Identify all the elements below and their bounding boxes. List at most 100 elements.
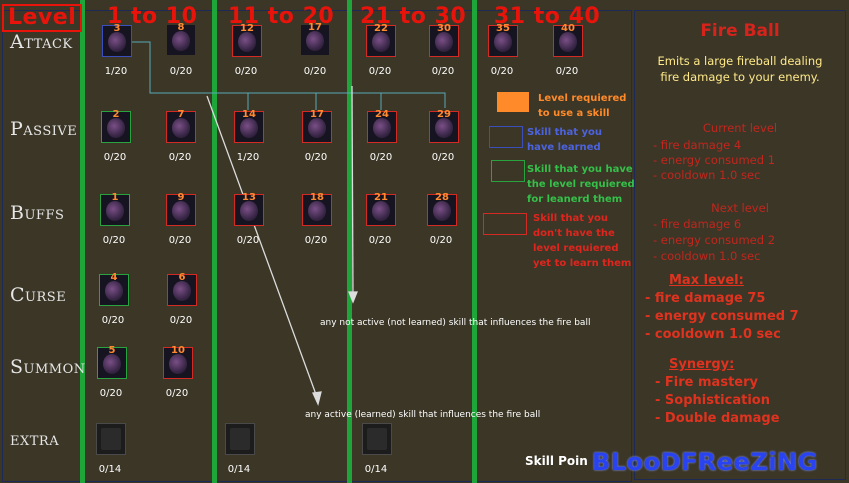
skill-slot-attack[interactable]: 30 bbox=[429, 23, 459, 57]
skill-icon bbox=[230, 428, 250, 450]
skill-points-count: 0/14 bbox=[364, 464, 388, 475]
legend-no-level: Skill that you don't have the level requ… bbox=[533, 213, 632, 269]
skill-points-count: 0/20 bbox=[168, 235, 192, 246]
current-level-line: - energy consumed 1 bbox=[653, 153, 776, 167]
skill-slot-buffs[interactable]: 1 bbox=[100, 192, 130, 226]
skill-points-count: 0/20 bbox=[368, 66, 392, 77]
skill-tree-screen: Level 1 to 10 11 to 20 21 to 30 31 to 40… bbox=[0, 0, 849, 483]
skill-icon bbox=[367, 428, 387, 450]
legend-swatch-green bbox=[491, 160, 525, 182]
skill-level-requirement: 24 bbox=[375, 109, 389, 120]
skill-slot-buffs[interactable]: 21 bbox=[366, 192, 396, 226]
skill-icon bbox=[107, 118, 125, 138]
current-level-line: - cooldown 1.0 sec bbox=[653, 168, 761, 182]
skill-points-count: 0/20 bbox=[429, 235, 453, 246]
current-level-heading: Current level bbox=[702, 121, 778, 135]
skill-slot-attack[interactable]: 22 bbox=[366, 23, 396, 57]
skill-level-requirement: 5 bbox=[108, 345, 116, 356]
max-level-line: - fire damage 75 bbox=[645, 291, 766, 306]
skill-points-count: 1/20 bbox=[236, 152, 260, 163]
skill-points-count: 0/20 bbox=[102, 235, 126, 246]
skill-level-requirement: 40 bbox=[561, 23, 575, 34]
skill-icon bbox=[172, 31, 190, 51]
skill-slot-summon[interactable]: 10 bbox=[163, 345, 193, 379]
next-level-line: - fire damage 6 bbox=[653, 217, 742, 231]
skill-points-count: 1/20 bbox=[104, 66, 128, 77]
skill-level-requirement: 35 bbox=[496, 23, 510, 34]
note-active-skill: any active (learned) skill that influenc… bbox=[305, 410, 541, 420]
skill-slot-attack[interactable]: 35 bbox=[488, 23, 518, 57]
skill-level-requirement: 12 bbox=[240, 23, 254, 34]
skill-icon bbox=[238, 32, 256, 52]
skill-slot-buffs[interactable]: 13 bbox=[234, 192, 264, 226]
author-signature: BLooDFReeZiNG bbox=[592, 448, 818, 476]
skill-icon bbox=[169, 354, 187, 374]
skill-points-count: 0/20 bbox=[303, 66, 327, 77]
max-level-line: - energy consumed 7 bbox=[645, 309, 799, 324]
skill-slot-attack[interactable]: 8 bbox=[167, 22, 195, 55]
skill-slot-passive[interactable]: 17 bbox=[302, 109, 332, 143]
skill-slot-passive[interactable]: 24 bbox=[367, 109, 397, 143]
legend-swatch-red bbox=[483, 213, 527, 235]
skill-slot-summon[interactable]: 5 bbox=[97, 345, 127, 379]
skill-slot-passive[interactable]: 14 bbox=[234, 109, 264, 143]
skill-slot-buffs[interactable]: 18 bbox=[302, 192, 332, 226]
skill-points-count: 0/20 bbox=[103, 152, 127, 163]
skill-icon bbox=[172, 118, 190, 138]
skill-level-requirement: 14 bbox=[242, 109, 256, 120]
skill-icon bbox=[494, 32, 512, 52]
skill-points-count: 0/20 bbox=[169, 66, 193, 77]
legend-learned: Skill that you have learned bbox=[527, 127, 603, 153]
skill-slot-buffs[interactable]: 9 bbox=[166, 192, 196, 226]
skill-details-panel: Fire Ball Emits a large fireball dealing… bbox=[634, 10, 846, 480]
skill-icon bbox=[559, 32, 577, 52]
skill-slot-passive[interactable]: 29 bbox=[429, 109, 459, 143]
skill-description: Emits a large fireball dealing fire dama… bbox=[657, 54, 823, 84]
skill-icon bbox=[308, 118, 326, 138]
next-level-line: - energy consumed 2 bbox=[653, 233, 776, 247]
skill-icon bbox=[101, 428, 121, 450]
skill-slot-extra[interactable] bbox=[96, 423, 126, 455]
skill-level-requirement: 18 bbox=[310, 192, 324, 203]
skill-points-count: 0/20 bbox=[304, 235, 328, 246]
skill-icon bbox=[435, 32, 453, 52]
skill-points-label: Skill Poin bbox=[525, 454, 588, 468]
skill-slot-buffs[interactable]: 28 bbox=[427, 192, 457, 226]
skill-points-count: 0/14 bbox=[227, 464, 251, 475]
skill-level-requirement: 9 bbox=[177, 192, 185, 203]
skill-points-count: 0/20 bbox=[368, 235, 392, 246]
skill-level-requirement: 8 bbox=[177, 22, 185, 33]
legend-level-required: Level requiered to use a skill bbox=[538, 93, 627, 119]
skill-icon bbox=[103, 354, 121, 374]
skill-level-requirement: 1 bbox=[111, 192, 119, 203]
synergy-item: - Double damage bbox=[655, 411, 780, 426]
skill-slot-extra[interactable] bbox=[225, 423, 255, 455]
note-not-active-skill: any not active (not learned) skill that … bbox=[320, 318, 591, 328]
skill-icon bbox=[240, 201, 258, 221]
skill-level-requirement: 6 bbox=[178, 272, 186, 283]
skill-level-requirement: 10 bbox=[171, 345, 185, 356]
skill-points-count: 0/20 bbox=[234, 66, 258, 77]
skill-icon bbox=[435, 118, 453, 138]
skill-icon bbox=[173, 281, 191, 301]
skill-icon bbox=[108, 32, 126, 52]
skill-level-requirement: 21 bbox=[374, 192, 388, 203]
skill-slot-attack[interactable]: 40 bbox=[553, 23, 583, 57]
skill-icon bbox=[240, 118, 258, 138]
skill-slot-attack[interactable]: 17 bbox=[301, 22, 329, 55]
skill-slot-curse[interactable]: 6 bbox=[167, 272, 197, 306]
skill-slot-extra[interactable] bbox=[362, 423, 392, 455]
skill-slot-attack[interactable]: 12 bbox=[232, 23, 262, 57]
next-level-heading: Next level bbox=[711, 201, 769, 215]
skill-level-requirement: 17 bbox=[308, 22, 322, 33]
skill-level-requirement: 30 bbox=[437, 23, 451, 34]
skill-level-requirement: 7 bbox=[177, 109, 185, 120]
skill-slot-curse[interactable]: 4 bbox=[99, 272, 129, 306]
skill-level-requirement: 22 bbox=[374, 23, 388, 34]
skill-icon bbox=[105, 281, 123, 301]
skill-slot-attack[interactable]: 3 bbox=[102, 23, 132, 57]
skill-points-count: 0/20 bbox=[555, 66, 579, 77]
skill-slot-passive[interactable]: 2 bbox=[101, 109, 131, 143]
skill-slot-passive[interactable]: 7 bbox=[166, 109, 196, 143]
skill-points-count: 0/20 bbox=[304, 152, 328, 163]
